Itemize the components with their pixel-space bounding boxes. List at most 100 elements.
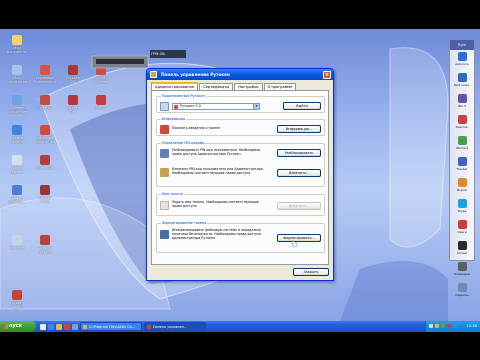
quicklaunch-ie-icon[interactable] bbox=[48, 323, 54, 330]
tray-skype-icon[interactable] bbox=[453, 324, 457, 328]
desktop-icon-label: КриптоПро bbox=[35, 140, 55, 144]
tab-certificates[interactable]: Сертификаты bbox=[199, 83, 234, 90]
logout-button[interactable]: Выйти bbox=[283, 102, 321, 110]
administration-panel: Подключенные Рутокен Рутокен S 0 ▼ Выйти… bbox=[151, 90, 329, 265]
tab-about[interactable]: О программе bbox=[263, 83, 297, 90]
desktop-icon-label: сертиф. bbox=[9, 170, 25, 174]
desktop-icon[interactable]: Установка RutokenAdm bbox=[32, 65, 58, 84]
desktop-icon[interactable]: Сетевое окружение bbox=[4, 95, 30, 114]
taskbar-button-label: C:\Program Files\Aktiv Co... bbox=[89, 325, 135, 329]
desktop-icon-label: КриптоПро bbox=[35, 166, 55, 170]
dock-item[interactable]: Unreal bbox=[450, 241, 474, 260]
dock-item-label: Сервисы bbox=[455, 293, 469, 297]
desktop-icon-label: Сертиф. bbox=[37, 106, 53, 110]
taskbar-button-explorer[interactable]: C:\Program Files\Aktiv Co... bbox=[80, 322, 142, 331]
dock-item[interactable]: Tracker bbox=[450, 157, 474, 176]
rutoken-control-panel-window: Панель управления Рутокен × Администриро… bbox=[146, 68, 334, 281]
format-button[interactable]: Форматировать... bbox=[277, 234, 321, 242]
unlock-pin-icon bbox=[160, 149, 169, 158]
tray-security-icon[interactable] bbox=[435, 324, 439, 328]
change-pin-description: Изменить PIN-код пользователя или Админи… bbox=[172, 167, 264, 175]
token-select-value: Рутокен S 0 bbox=[180, 104, 201, 108]
tab-settings[interactable]: Настройки bbox=[234, 83, 263, 90]
desktop-icon[interactable]: Поиск сертиф. bbox=[4, 155, 30, 174]
add-remove-icon bbox=[12, 185, 22, 195]
dock-item-label: Daemon bbox=[455, 125, 469, 129]
cryptopro-icon bbox=[40, 125, 50, 135]
taskbar-button-control-panel[interactable]: Панель управлен... bbox=[144, 322, 206, 331]
desktop-icon[interactable]: Rutoken Admin bbox=[4, 290, 30, 309]
dock-item[interactable]: Daemon bbox=[450, 115, 474, 134]
dock-item[interactable]: Командир bbox=[450, 262, 474, 281]
group-title: Управление PIN-кодами bbox=[161, 141, 206, 146]
close-dialog-button[interactable]: Закрыть bbox=[293, 268, 329, 276]
clock[interactable]: 12:36 bbox=[467, 321, 477, 332]
change-name-button[interactable]: Изменить... bbox=[277, 202, 321, 210]
search-certificate-icon bbox=[12, 155, 22, 165]
group-title: Информация bbox=[161, 117, 187, 122]
unlock-button[interactable]: Разблокировать bbox=[277, 149, 321, 157]
desktop-icon[interactable]: PuTTY bbox=[88, 95, 114, 110]
desktop-icon[interactable]: Установка КриптоПро bbox=[32, 125, 58, 144]
desktop-icon[interactable]: Корзина bbox=[4, 235, 30, 250]
window-titlebar[interactable]: Панель управления Рутокен × bbox=[147, 69, 333, 80]
cryptopro-csp-icon bbox=[40, 155, 50, 165]
dock-item[interactable]: Picpick bbox=[450, 178, 474, 197]
info-description: Показать сведения о токене bbox=[172, 126, 221, 130]
desktop-icon[interactable]: Мои документы bbox=[4, 35, 30, 54]
start-button[interactable]: пуск bbox=[0, 321, 36, 332]
tray-rutoken-icon[interactable] bbox=[447, 324, 451, 328]
change-pin-button[interactable]: Изменить... bbox=[277, 169, 321, 177]
dock-item-label: Мой комп. bbox=[453, 83, 471, 87]
dock-item[interactable]: Opera bbox=[450, 220, 474, 239]
tray-utorrent-icon[interactable] bbox=[441, 324, 445, 328]
dock-item-label: Unreal bbox=[457, 251, 467, 255]
desktop-icon[interactable]: Rutoken Drv bbox=[60, 95, 86, 114]
quicklaunch-explorer-icon[interactable] bbox=[56, 323, 62, 330]
system-tray: 12:36 bbox=[425, 321, 480, 332]
token-select[interactable]: Рутокен S 0 ▼ bbox=[172, 103, 260, 110]
window-close-button[interactable]: × bbox=[323, 70, 331, 79]
autoruns-icon bbox=[457, 52, 467, 61]
token-reader-icon bbox=[160, 102, 169, 111]
group-title: Имя токена bbox=[161, 192, 184, 197]
my-documents-icon bbox=[12, 35, 22, 45]
dock-item[interactable]: Rar 3 bbox=[450, 94, 474, 113]
desktop-icon[interactable]: Rutoken PKCS bbox=[32, 185, 58, 204]
desktop-icon-label: Admin bbox=[11, 305, 23, 309]
quicklaunch-desktop-icon[interactable] bbox=[40, 323, 46, 330]
tray-network-icon[interactable] bbox=[429, 324, 433, 328]
group-format-token: Форматирование токена Инициализировать ф… bbox=[156, 221, 325, 253]
desktop-icon-label: окружение bbox=[7, 110, 27, 114]
dock-item-label: Opera bbox=[457, 230, 467, 234]
desktop-icon[interactable]: Rutoken CSP bbox=[60, 65, 86, 84]
desktop-icon[interactable]: Мой компьютер bbox=[4, 65, 30, 84]
token-name-description: Задать имя токена. Необходимы соответств… bbox=[172, 200, 259, 208]
info-token-icon bbox=[160, 125, 169, 134]
rutoken-app-icon bbox=[150, 71, 157, 78]
desktop-icon[interactable]: ПО для Rutoken bbox=[32, 235, 58, 254]
format-description: Инициализировать файловую систему и опре… bbox=[172, 228, 262, 240]
desktop-icon[interactable]: КриптоПро bbox=[32, 155, 58, 170]
dock-item[interactable]: Мой комп. bbox=[450, 73, 474, 92]
dock-item[interactable]: Utorrent bbox=[450, 136, 474, 155]
skype-icon bbox=[457, 199, 467, 208]
dock-item[interactable]: Сервисы bbox=[450, 283, 474, 302]
desktop-icon-label: PKCS bbox=[40, 200, 50, 204]
quicklaunch-media-icon[interactable] bbox=[72, 323, 78, 330]
recycle-bin-icon bbox=[12, 235, 22, 245]
unreal-commander-icon bbox=[457, 241, 467, 250]
desktop-icon[interactable]: Add or Remove... bbox=[4, 185, 30, 204]
tab-administration[interactable]: Администрирование bbox=[151, 82, 199, 90]
desktop-icon[interactable]: Сертиф. bbox=[32, 95, 58, 110]
desktop-icon-label: Remove... bbox=[8, 200, 26, 204]
desktop-icon-label: Drv bbox=[69, 110, 76, 114]
dock-item[interactable]: Autoruns bbox=[450, 52, 474, 71]
internet-explorer-icon bbox=[12, 125, 22, 135]
dock-item[interactable]: Skype bbox=[450, 199, 474, 218]
group-connected-tokens: Подключенные Рутокен Рутокен S 0 ▼ Выйти bbox=[156, 94, 325, 113]
desktop-icon[interactable]: Internet Explorer bbox=[4, 125, 30, 144]
information-button[interactable]: Информация... bbox=[277, 125, 321, 133]
quicklaunch-app-icon[interactable] bbox=[64, 323, 70, 330]
dropdown-arrow-icon[interactable]: ▼ bbox=[253, 104, 259, 109]
